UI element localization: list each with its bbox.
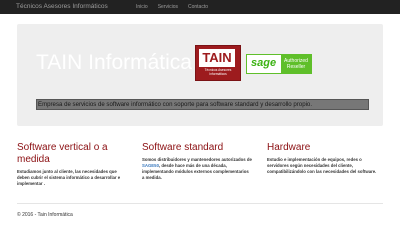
footer-copyright: © 2016 - Tain Informática <box>17 212 73 218</box>
sage-reseller-badge: sage Authorized Reseller <box>246 54 312 74</box>
service-column-hardware: Hardware Estudio e implementación de equ… <box>267 142 377 175</box>
column-title: Hardware <box>267 142 311 153</box>
navbar-links: Inicio Servicios Contacto <box>130 3 213 11</box>
tain-logo-subtitle: Técnicos Asesores Informáticos <box>196 68 240 76</box>
service-column-software-standard: Software standard Somos distribuidores y… <box>142 142 252 181</box>
column-text-before-link: Somos distribuidores y mantenedores auto… <box>142 157 252 162</box>
tain-logo-subtitle-line2: Informáticos <box>209 72 227 76</box>
nav-link-contacto[interactable]: Contacto <box>183 3 213 11</box>
navbar-brand[interactable]: Técnicos Asesores Informáticos <box>16 3 108 11</box>
navbar: Técnicos Asesores Informáticos Inicio Se… <box>0 0 400 14</box>
tain-logo-box: TAIN <box>199 49 235 67</box>
nav-link-inicio[interactable]: Inicio <box>130 3 153 11</box>
column-text: Somos distribuidores y mantenedores auto… <box>142 157 252 181</box>
service-column-software-vertical: Software vertical o a medida Estudiamos … <box>17 142 127 187</box>
nav-link-servicios[interactable]: Servicios <box>153 3 183 11</box>
hero-title: TAIN Informática <box>36 51 192 74</box>
sage50-link[interactable]: SAGE50 <box>142 163 159 168</box>
column-text: Estudio e implementación de equipos, red… <box>267 157 377 174</box>
column-text-after-link: , desde hace más de una década, implemen… <box>142 163 249 180</box>
tain-logo: TAIN Técnicos Asesores Informáticos <box>195 45 241 81</box>
sage-authorized-reseller: Authorized Reseller <box>281 55 311 73</box>
column-text: Estudiamos junto al cliente, las necesid… <box>17 169 121 186</box>
column-title: Software standard <box>142 142 224 153</box>
tain-logo-word: TAIN <box>202 50 232 65</box>
hero-jumbotron: TAIN Informática TAIN Técnicos Asesores … <box>17 24 383 126</box>
sage-reseller-text: Reseller <box>286 64 306 70</box>
footer-divider <box>17 203 383 204</box>
sage-logo-word: sage <box>251 57 277 69</box>
column-title: Software vertical o a medida <box>17 142 108 165</box>
hero-description: Empresa de servicios de software informá… <box>36 99 369 110</box>
